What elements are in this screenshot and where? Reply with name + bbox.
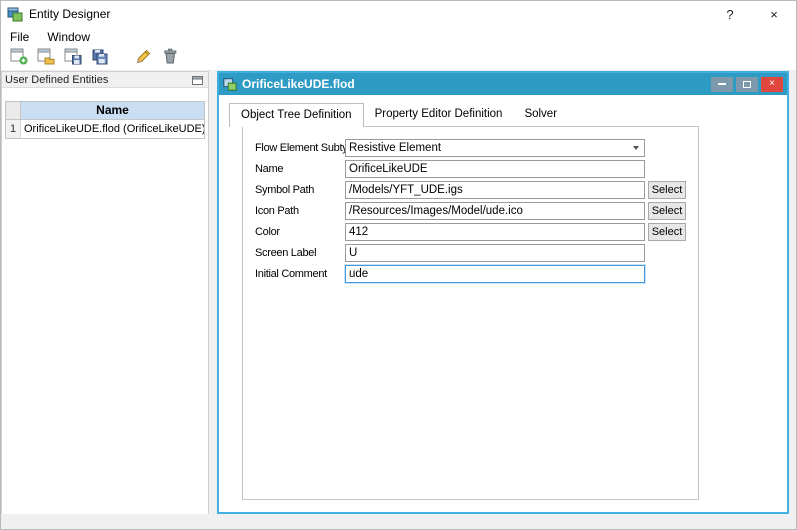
save-icon	[63, 46, 83, 71]
open-entity-button[interactable]	[34, 48, 58, 70]
initial-comment-input[interactable]	[345, 265, 645, 283]
minimize-icon	[718, 83, 726, 85]
field-label: Initial Comment	[255, 268, 345, 280]
tab-solver[interactable]: Solver	[513, 103, 568, 127]
delete-icon	[160, 46, 180, 71]
entity-table: Name 1 OrificeLikeUDE.flod (OrificeLikeU…	[5, 101, 205, 139]
form-row-symbol-path: Symbol Path Select	[255, 181, 686, 199]
field-label: Screen Label	[255, 247, 345, 259]
restore-button[interactable]	[736, 77, 758, 92]
icon-path-select-button[interactable]: Select	[648, 202, 686, 220]
flow-element-subtype-select[interactable]: Resistive Element	[345, 139, 645, 157]
child-close-button[interactable]: ×	[761, 77, 783, 92]
table-corner-cell	[6, 102, 21, 120]
minimize-button[interactable]	[711, 77, 733, 92]
chevron-down-icon	[633, 146, 639, 150]
delete-button[interactable]	[158, 48, 182, 70]
status-bar	[1, 514, 796, 529]
row-number-cell[interactable]: 1	[6, 120, 21, 138]
form-row-screen-label: Screen Label	[255, 244, 686, 262]
save-all-button[interactable]	[88, 48, 112, 70]
window-title: Entity Designer	[29, 7, 110, 21]
field-label: Flow Element Subtype	[255, 142, 345, 154]
mdi-area: OrificeLikeUDE.flod × Object Tree Defini…	[209, 71, 797, 516]
save-entity-button[interactable]	[61, 48, 85, 70]
edit-button[interactable]	[131, 48, 155, 70]
child-window: OrificeLikeUDE.flod × Object Tree Defini…	[217, 71, 789, 514]
entity-name-cell[interactable]: OrificeLikeUDE.flod (OrificeLikeUDE)	[21, 120, 204, 138]
color-select-button[interactable]: Select	[648, 223, 686, 241]
icon-path-input[interactable]	[345, 202, 645, 220]
name-column-header[interactable]: Name	[21, 102, 204, 120]
child-window-controls: ×	[711, 77, 783, 92]
tab-bar: Object Tree Definition Property Editor D…	[229, 103, 568, 127]
save-all-icon	[90, 46, 110, 71]
entity-designer-window: Entity Designer ? × File Window	[0, 0, 797, 530]
form-row-name: Name	[255, 160, 686, 178]
help-button[interactable]: ?	[708, 1, 752, 27]
form-row-initial-comment: Initial Comment	[255, 265, 686, 283]
child-titlebar[interactable]: OrificeLikeUDE.flod ×	[219, 73, 787, 95]
child-body: Object Tree Definition Property Editor D…	[219, 95, 787, 512]
close-button[interactable]: ×	[752, 1, 796, 27]
child-window-title: OrificeLikeUDE.flod	[242, 77, 355, 91]
titlebar: Entity Designer ? ×	[1, 1, 796, 27]
selected-value: Resistive Element	[349, 142, 441, 154]
field-label: Color	[255, 226, 345, 238]
panel-title: User Defined Entities	[5, 74, 108, 86]
open-entity-icon	[36, 46, 56, 71]
table-header-row: Name	[6, 102, 204, 120]
tab-object-tree-definition[interactable]: Object Tree Definition	[229, 103, 364, 127]
table-row[interactable]: 1 OrificeLikeUDE.flod (OrificeLikeUDE)	[6, 120, 204, 138]
toolbar	[1, 47, 796, 71]
child-app-icon	[223, 77, 237, 91]
app-icon	[7, 6, 23, 22]
user-defined-entities-panel: User Defined Entities Name 1 OrificeLike…	[1, 71, 209, 516]
restore-icon	[743, 81, 751, 88]
symbol-path-input[interactable]	[345, 181, 645, 199]
new-entity-button[interactable]	[7, 48, 31, 70]
panel-header: User Defined Entities	[2, 72, 208, 88]
float-panel-icon[interactable]	[190, 73, 205, 86]
symbol-path-select-button[interactable]: Select	[648, 181, 686, 199]
color-input[interactable]	[345, 223, 645, 241]
field-label: Icon Path	[255, 205, 345, 217]
edit-icon	[133, 46, 153, 71]
menu-window[interactable]: Window	[38, 28, 99, 46]
new-entity-icon	[9, 46, 29, 71]
form-row-flow-element-subtype: Flow Element Subtype Resistive Element	[255, 139, 686, 157]
form-row-icon-path: Icon Path Select	[255, 202, 686, 220]
form-row-color: Color Select	[255, 223, 686, 241]
screen-label-input[interactable]	[345, 244, 645, 262]
field-label: Symbol Path	[255, 184, 345, 196]
object-tree-definition-pane: Flow Element Subtype Resistive Element N…	[242, 126, 699, 500]
name-input[interactable]	[345, 160, 645, 178]
field-label: Name	[255, 163, 345, 175]
tab-property-editor-definition[interactable]: Property Editor Definition	[364, 103, 514, 127]
menu-file[interactable]: File	[1, 28, 38, 46]
menubar: File Window	[1, 27, 796, 47]
